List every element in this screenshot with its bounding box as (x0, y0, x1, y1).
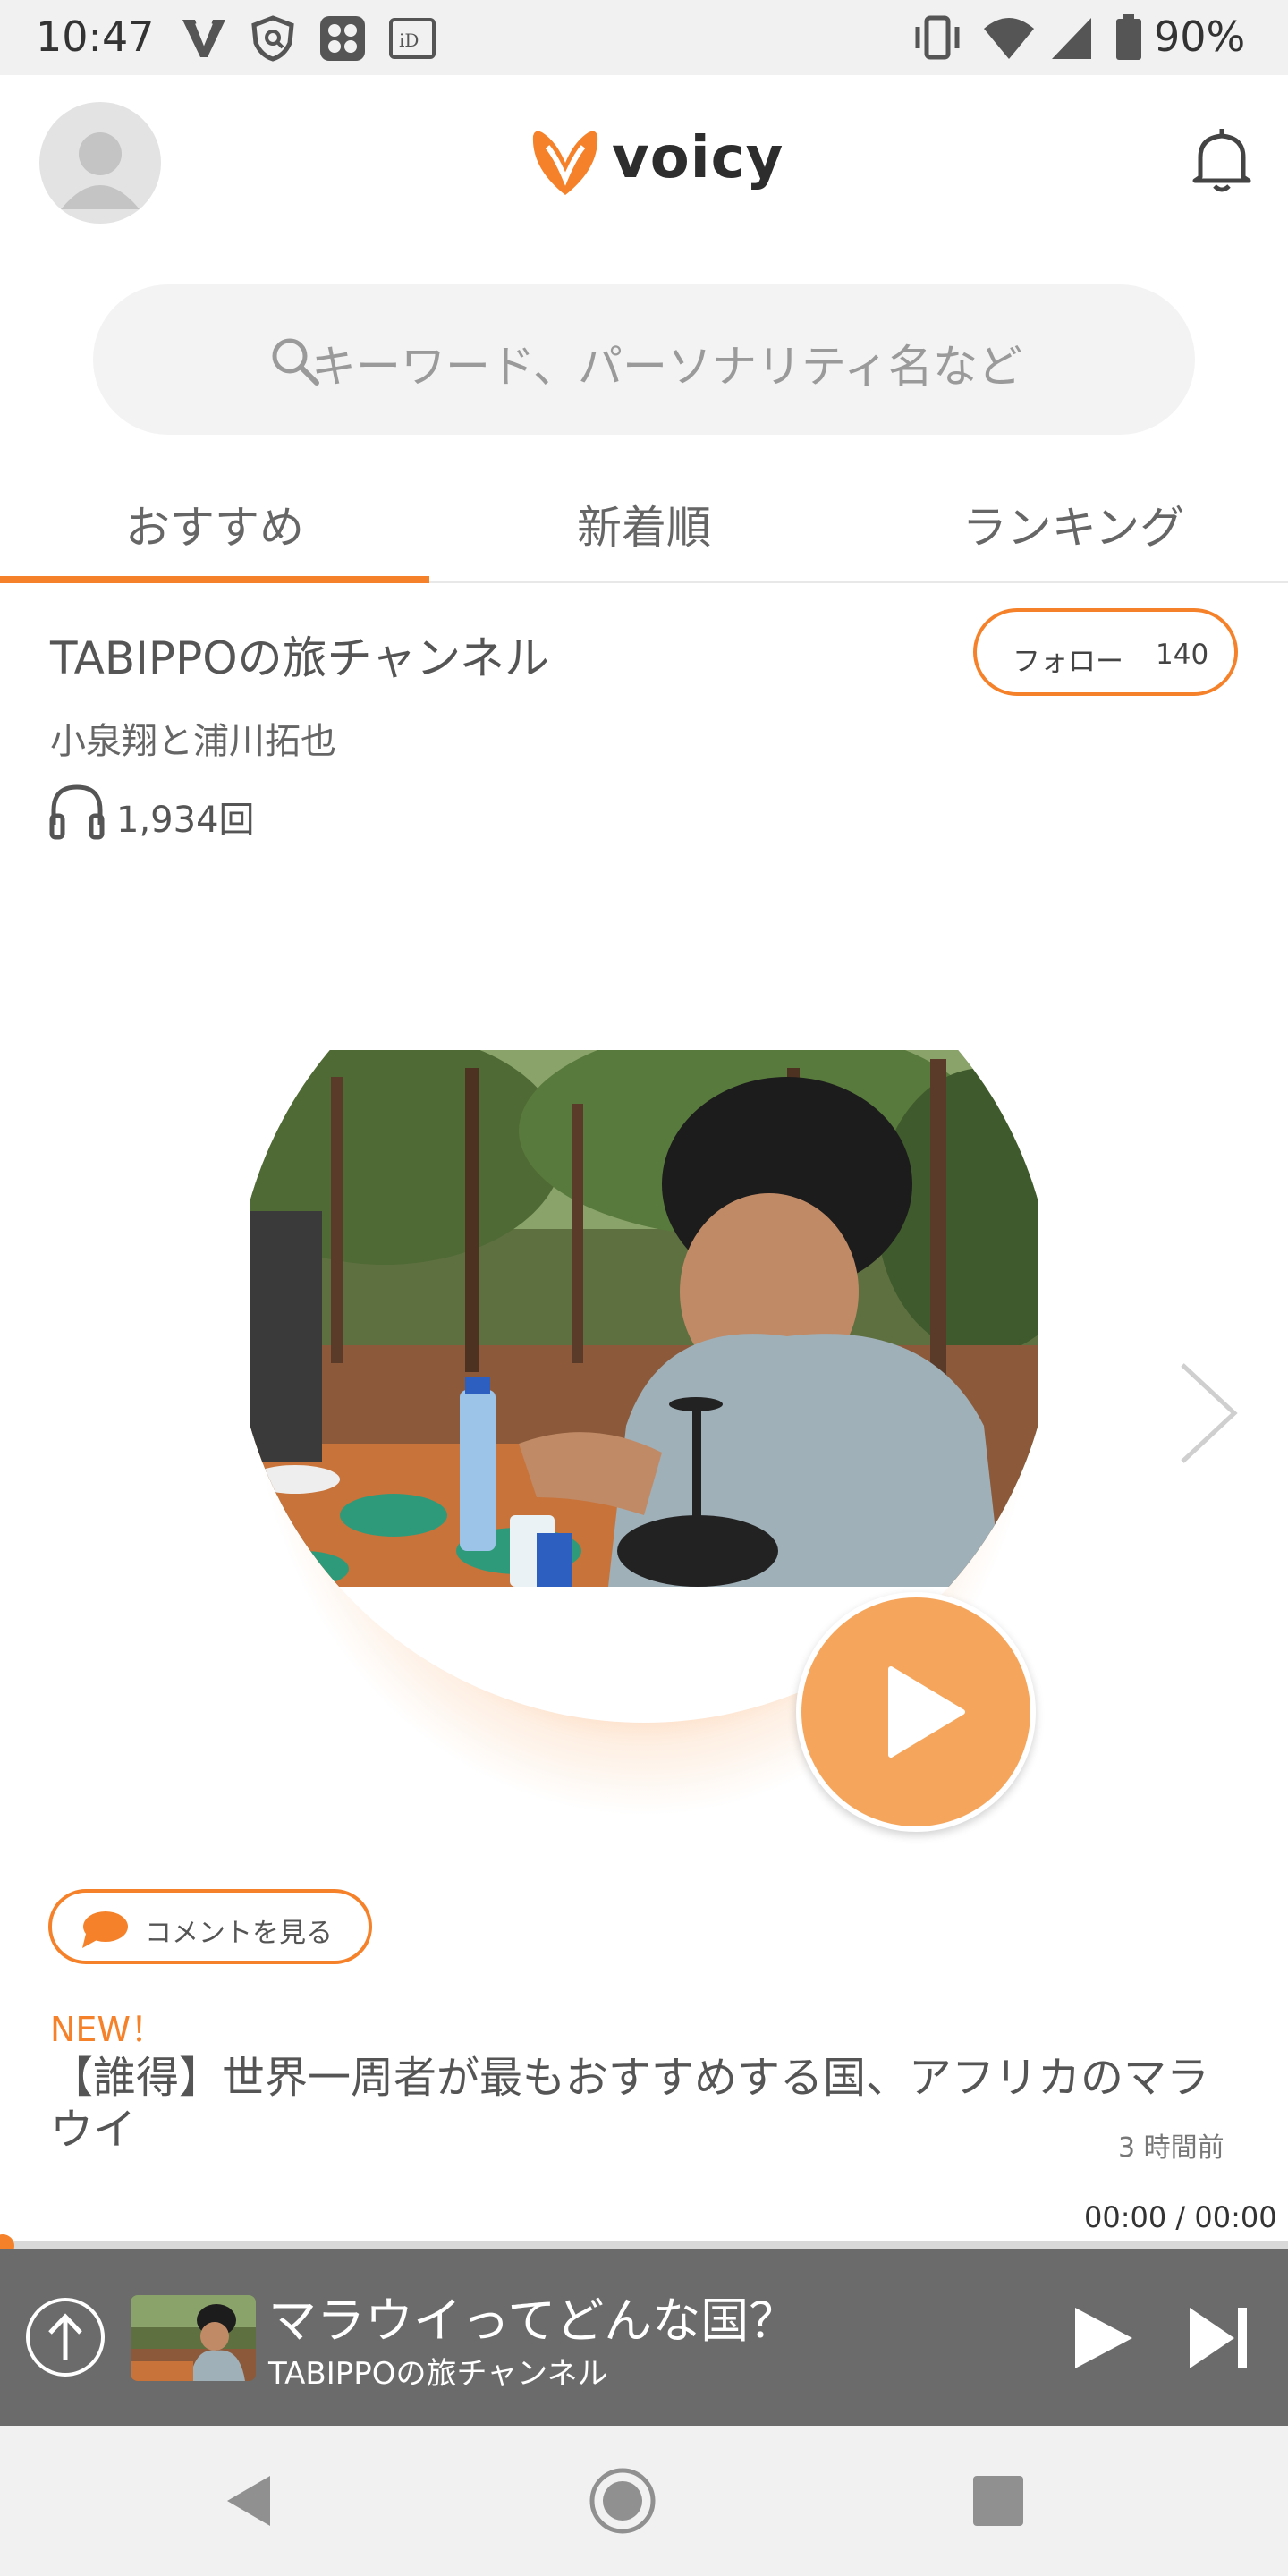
play-icon (888, 1666, 965, 1758)
battery-icon (1116, 14, 1141, 60)
nav-back-icon[interactable] (222, 2470, 275, 2531)
headphone-icon (49, 784, 105, 840)
svg-text:iD: iD (399, 30, 419, 51)
chevron-right-icon[interactable] (1172, 1360, 1243, 1467)
follow-button[interactable]: フォロー 140 (973, 608, 1238, 696)
nav-recents-icon[interactable] (973, 2476, 1023, 2526)
follow-label: フォロー (1013, 646, 1123, 678)
search-input[interactable]: キーワード、パーソナリティ名など (93, 284, 1195, 435)
progress-bar[interactable] (0, 2241, 1288, 2249)
channel-title[interactable]: TABIPPOの旅チャンネル (50, 623, 549, 687)
speech-bubble-icon (82, 1911, 128, 1948)
episode-title[interactable]: 【誰得】世界一周者が最もおすすめする国、アフリカのマラウイ (50, 2052, 1249, 2156)
skip-next-icon[interactable] (1184, 2302, 1252, 2374)
expand-up-icon[interactable] (23, 2295, 107, 2379)
play-count: 1,934回 (116, 800, 255, 841)
logo-text: voicy (612, 125, 784, 191)
comment-label: コメントを見る (145, 1918, 333, 1949)
bell-icon[interactable] (1186, 125, 1258, 197)
vpn-shield-icon (251, 15, 294, 62)
active-tab-indicator (0, 576, 429, 583)
voicy-logo-icon (532, 131, 598, 195)
voicy-notification-icon (182, 20, 225, 57)
user-avatar-icon[interactable] (39, 102, 161, 224)
mini-player-channel: TABIPPOの旅チャンネル (268, 2356, 608, 2392)
progress-time: 00:00 / 00:00 (1084, 2200, 1277, 2234)
cell-signal-icon (1052, 18, 1091, 59)
mini-player-title: マラウイってどんな国？ (268, 2292, 798, 2349)
tab-ranking[interactable]: ランキング (859, 492, 1288, 556)
episode-published-time: 3 時間前 (1118, 2132, 1224, 2164)
mini-player-thumbnail (131, 2295, 256, 2381)
app-grid-icon (320, 16, 365, 61)
tab-recommended[interactable]: おすすめ (0, 492, 429, 556)
wifi-icon (984, 18, 1034, 59)
new-badge: NEW！ (50, 2010, 165, 2049)
channel-personality[interactable]: 小泉翔と浦川拓也 (50, 712, 336, 764)
status-bar: 10:47 iD 90% (0, 0, 1288, 75)
voicy-logo: voicy (526, 125, 783, 200)
status-time: 10:47 (36, 13, 155, 61)
follow-count: 140 (1156, 639, 1209, 671)
play-button[interactable] (796, 1592, 1036, 1832)
tab-newest[interactable]: 新着順 (429, 492, 859, 556)
view-comments-button[interactable]: コメントを見る (48, 1889, 372, 1964)
battery-percent: 90% (1154, 13, 1246, 61)
episode-photo (250, 1050, 1038, 1587)
mini-player[interactable]: マラウイってどんな国？ TABIPPOの旅チャンネル (0, 2249, 1288, 2426)
system-nav-bar (0, 2426, 1288, 2576)
id-icon: iD (389, 18, 436, 59)
vibrate-icon (915, 15, 960, 60)
search-placeholder: キーワード、パーソナリティ名など (311, 341, 1022, 393)
tab-bar: おすすめ 新着順 ランキング (0, 465, 1288, 583)
nav-home-icon[interactable] (587, 2465, 658, 2537)
mini-play-icon[interactable] (1070, 2302, 1138, 2374)
